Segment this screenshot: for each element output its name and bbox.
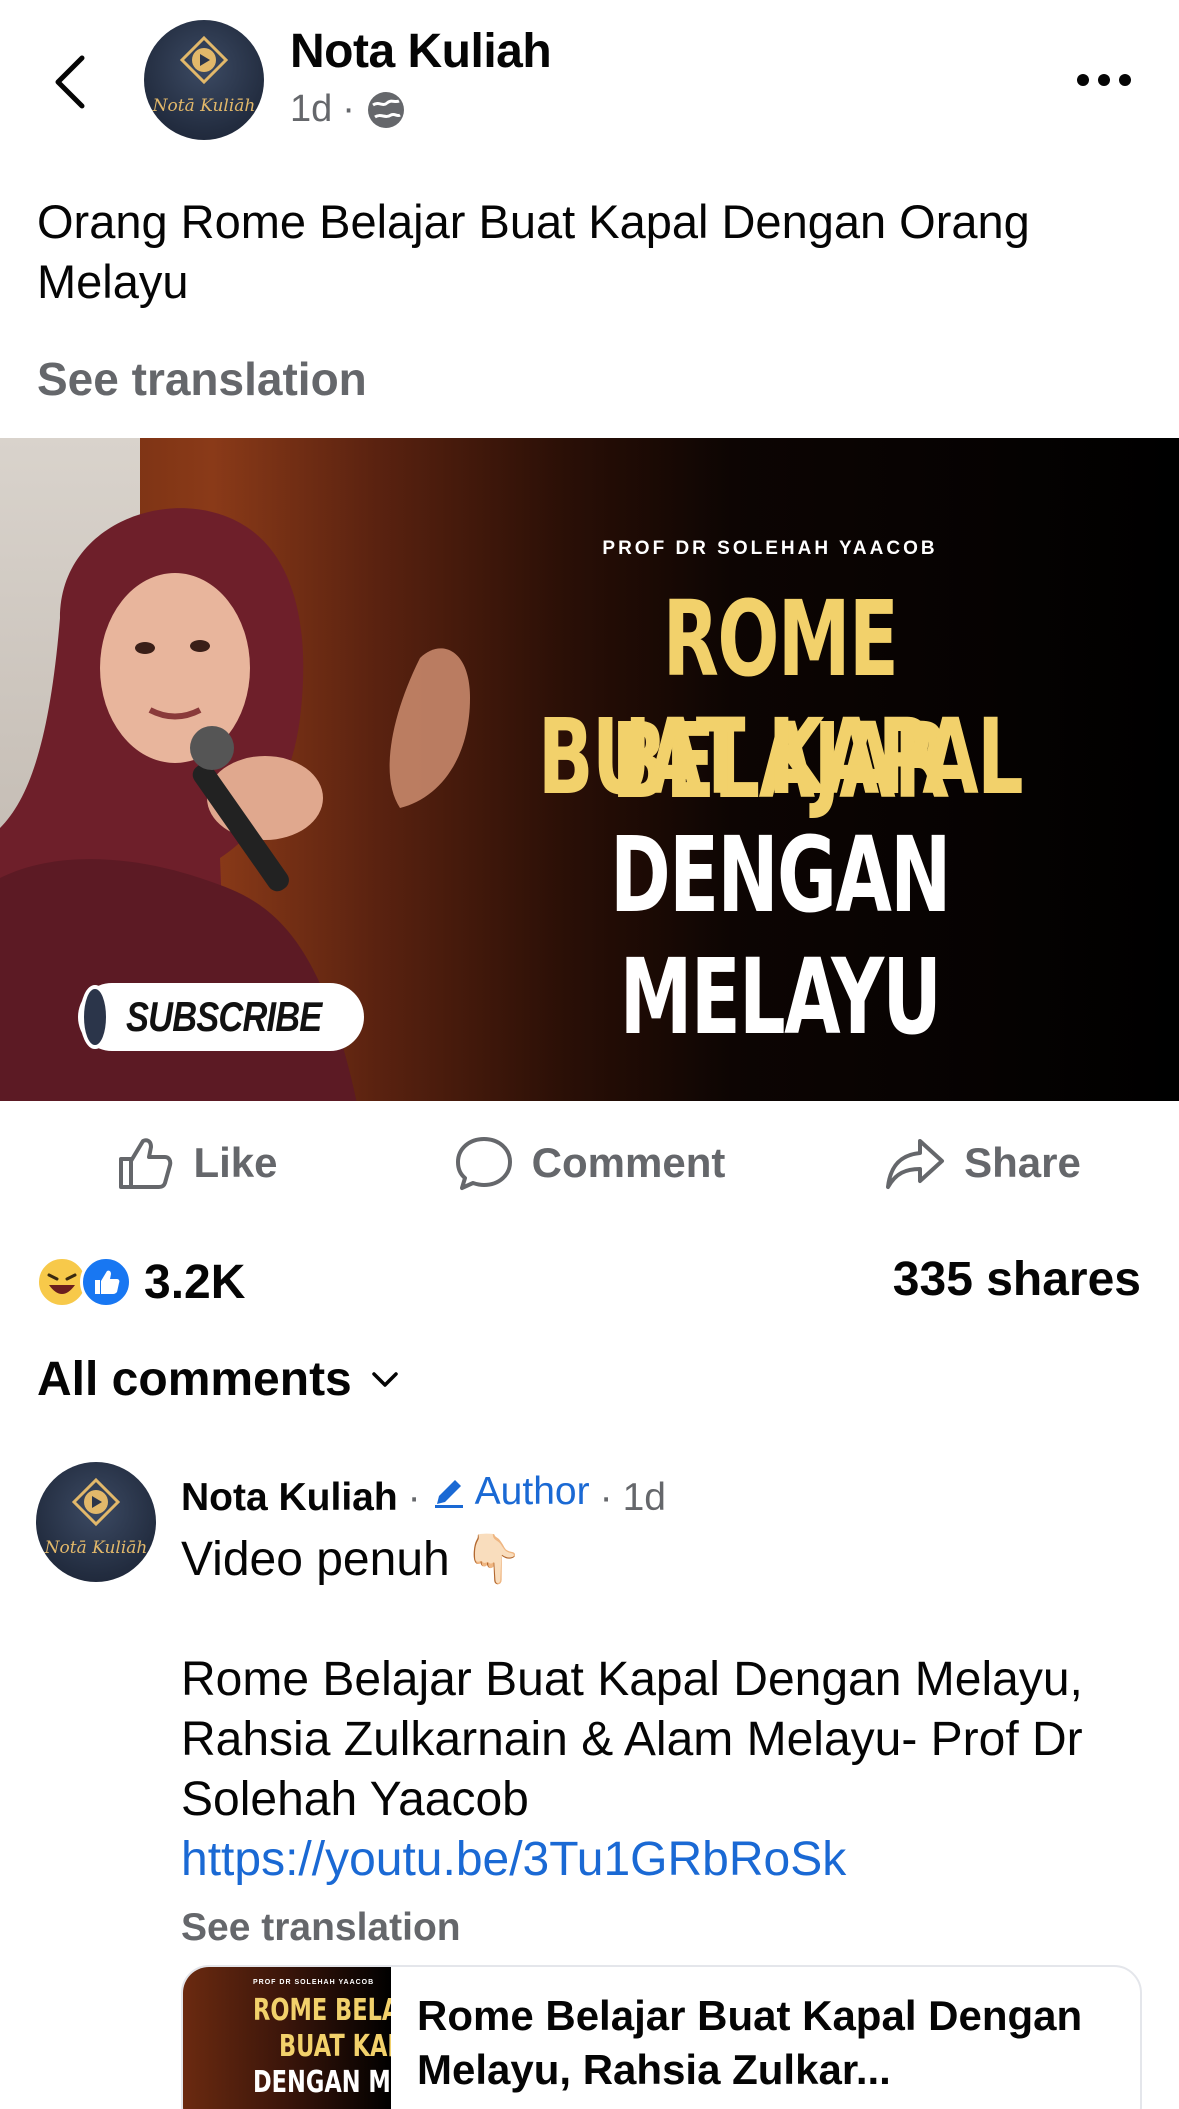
post-meta: 1d · <box>290 88 407 131</box>
comment-author-avatar[interactable]: Notā Kuliāh <box>36 1462 156 1582</box>
link-preview-thumbnail: PROF DR SOLEHAH YAACOB ROME BELAJ BUAT K… <box>183 1967 391 2109</box>
preview-thumbnail-line1: ROME BELAJ <box>253 1993 391 2028</box>
link-preview-card[interactable]: PROF DR SOLEHAH YAACOB ROME BELAJ BUAT K… <box>181 1965 1142 2109</box>
globe-icon <box>367 91 404 128</box>
comment-body: Video penuh 👇🏻 Rome Belajar Buat Kapal D… <box>181 1530 1151 1890</box>
more-options-button[interactable] <box>1069 60 1139 100</box>
avatar-logo-text: Notā Kuliāh <box>44 1538 148 1558</box>
preview-thumbnail-subtitle: PROF DR SOLEHAH YAACOB <box>253 1979 375 1986</box>
thumbnail-subtitle: PROF DR SOLEHAH YAACOB <box>602 538 938 559</box>
chevron-down-icon <box>372 1371 398 1387</box>
post-text: Orang Rome Belajar Buat Kapal Dengan Ora… <box>37 195 1030 308</box>
back-button[interactable] <box>38 40 102 124</box>
thumbs-up-icon <box>119 1137 173 1189</box>
preview-thumbnail-line2: BUAT KAP <box>279 2029 391 2064</box>
like-label: Like <box>193 1138 278 1186</box>
channel-logo-icon <box>80 985 110 1049</box>
dot-icon <box>1077 74 1089 86</box>
author-badge-label: Author <box>474 1470 590 1513</box>
comment-see-translation-link[interactable]: See translation <box>181 1906 461 1950</box>
dot-icon <box>1098 74 1110 86</box>
post-time: 1d <box>290 88 333 130</box>
post-video-thumbnail[interactable]: PROF DR SOLEHAH YAACOB ROME BELAJAR BUAT… <box>0 438 1179 1101</box>
preview-thumbnail-line3: DENGAN MEL <box>253 2065 391 2100</box>
dot-icon <box>1119 74 1131 86</box>
comment-author-name[interactable]: Nota Kuliah <box>181 1476 398 1520</box>
thumbnail-title-line3: DENGAN MELAYU <box>610 814 951 1058</box>
comment-line-1: Video penuh 👇🏻 <box>181 1533 523 1586</box>
play-diamond-logo-icon <box>179 35 229 85</box>
see-translation-link[interactable]: See translation <box>37 352 367 406</box>
play-diamond-logo-icon <box>71 1477 121 1527</box>
comment-link[interactable]: https://youtu.be/3Tu1GRbRoSk <box>181 1830 1151 1890</box>
page-name[interactable]: Nota Kuliah <box>290 24 552 79</box>
page-avatar[interactable]: Notā Kuliāh <box>144 20 264 140</box>
reaction-count: 3.2K <box>144 1255 246 1309</box>
comments-filter-dropdown[interactable]: All comments <box>37 1352 400 1407</box>
link-preview-title: Rome Belajar Buat Kapal Dengan Melayu, R… <box>417 1992 1083 2093</box>
pencil-icon <box>434 1480 463 1508</box>
comment-separator: · <box>599 1476 613 1519</box>
share-button[interactable]: Share <box>786 1110 1179 1215</box>
comment-bubble-icon <box>455 1136 512 1190</box>
thumbnail-title-line2: BUAT KAPAL <box>537 696 1024 818</box>
chevron-left-icon <box>55 55 85 109</box>
comment-label: Comment <box>531 1138 726 1186</box>
like-button[interactable]: Like <box>0 1110 393 1215</box>
reactions-summary[interactable]: 3.2K <box>36 1250 245 1314</box>
author-badge: Author <box>431 1470 590 1514</box>
subscribe-text: SUBSCRIBE <box>125 993 322 1040</box>
comment-header: Nota Kuliah · Author · 1d <box>181 1470 666 1520</box>
avatar-logo-text: Notā Kuliāh <box>152 96 256 116</box>
comment-separator: · <box>407 1476 421 1519</box>
like-reaction-icon <box>80 1256 132 1308</box>
post-actions-bar: Like Comment Share <box>0 1110 1179 1215</box>
post-header: Notā Kuliāh Nota Kuliah 1d · <box>0 0 1179 165</box>
share-count[interactable]: 335 shares <box>893 1252 1141 1307</box>
meta-separator: · <box>342 88 355 130</box>
comment-time: 1d <box>622 1476 666 1519</box>
comment-line-2: Rome Belajar Buat Kapal Dengan Melayu, R… <box>181 1653 1083 1826</box>
share-arrow-icon <box>886 1138 945 1189</box>
share-label: Share <box>964 1138 1081 1186</box>
subscribe-badge: SUBSCRIBE <box>78 983 364 1051</box>
comment-button[interactable]: Comment <box>393 1110 786 1215</box>
comments-filter-label: All comments <box>37 1353 352 1406</box>
comment-spacer <box>181 1590 1151 1650</box>
